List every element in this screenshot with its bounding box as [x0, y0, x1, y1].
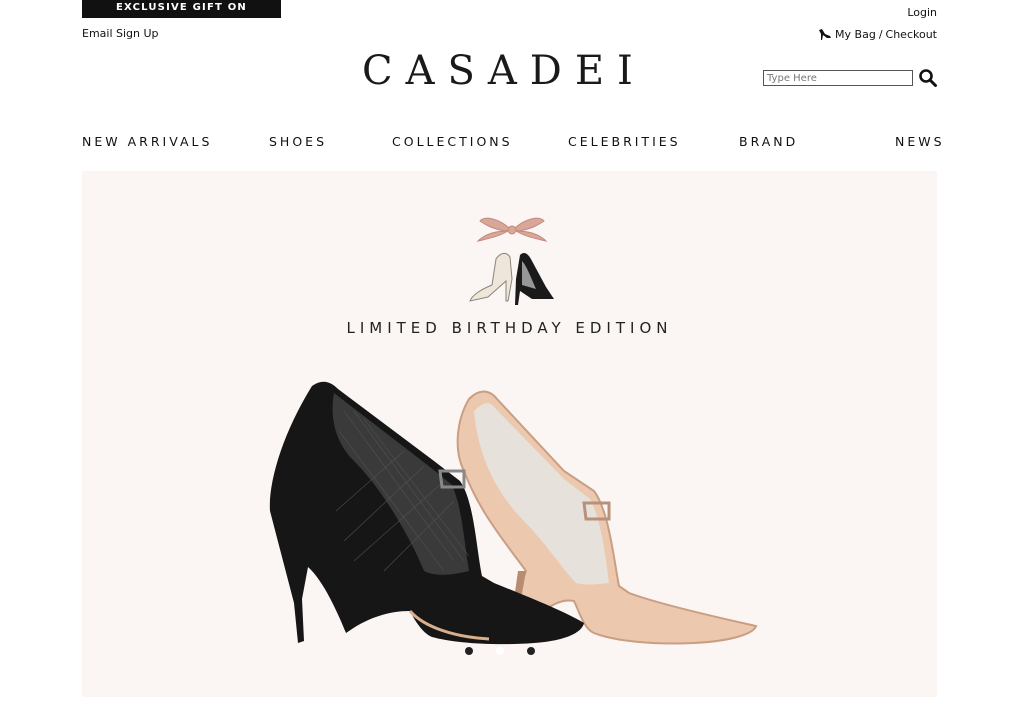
search-icon[interactable]: [918, 68, 938, 88]
slider-dot-2[interactable]: [496, 647, 504, 655]
slider-dot-1[interactable]: [465, 647, 473, 655]
separator: /: [878, 28, 883, 41]
nav-collections[interactable]: COLLECTIONS: [392, 134, 513, 149]
hero-banner[interactable]: LIMITED BIRTHDAY EDITION: [82, 171, 937, 697]
high-heel-icon: [819, 29, 832, 40]
nav-celebrities[interactable]: CELEBRITIES: [568, 134, 681, 149]
login-link[interactable]: Login: [907, 6, 937, 19]
nav-new-arrivals[interactable]: NEW ARRIVALS: [82, 134, 212, 149]
brand-logo[interactable]: CASADEI: [362, 48, 666, 94]
nav-shoes[interactable]: SHOES: [269, 134, 327, 149]
search-input[interactable]: [763, 70, 913, 86]
bag-checkout-row: My Bag / Checkout: [818, 28, 937, 41]
bow-icon: [469, 217, 554, 305]
slider-dots: [465, 647, 535, 655]
nav-news[interactable]: NEWS: [895, 134, 945, 149]
hero-shoes-image: [269, 381, 758, 645]
promo-badge[interactable]: EXCLUSIVE GIFT ON PURCHASE: [82, 0, 281, 28]
my-bag-link[interactable]: My Bag: [835, 28, 876, 41]
nav-brand[interactable]: BRAND: [739, 134, 798, 149]
email-signup-link[interactable]: Email Sign Up: [82, 27, 159, 40]
hero-title: LIMITED BIRTHDAY EDITION: [346, 319, 673, 337]
slider-dot-3[interactable]: [527, 647, 535, 655]
checkout-link[interactable]: Checkout: [886, 28, 937, 41]
